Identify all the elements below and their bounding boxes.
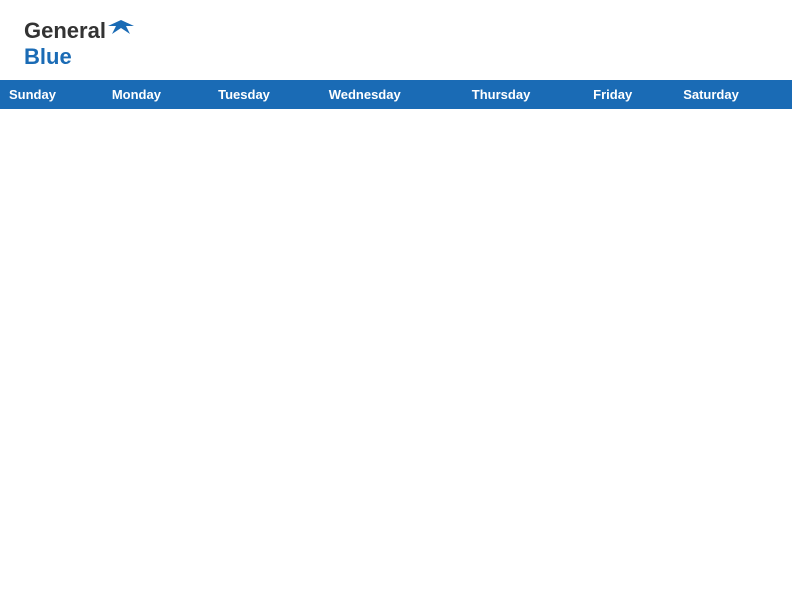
logo: General Blue (24, 18, 134, 70)
day-of-week-header: Saturday (675, 81, 792, 109)
logo-blue-text: Blue (24, 44, 72, 69)
logo-general: General (24, 18, 106, 44)
day-of-week-header: Thursday (463, 81, 584, 109)
day-of-week-header: Sunday (1, 81, 104, 109)
calendar-header-row: SundayMondayTuesdayWednesdayThursdayFrid… (1, 81, 792, 109)
day-of-week-header: Tuesday (210, 81, 321, 109)
day-of-week-header: Friday (585, 81, 675, 109)
logo-bird-icon (108, 16, 134, 42)
day-of-week-header: Wednesday (320, 81, 463, 109)
day-of-week-header: Monday (103, 81, 209, 109)
calendar-table: SundayMondayTuesdayWednesdayThursdayFrid… (0, 80, 792, 109)
page-header: General Blue (0, 0, 792, 80)
